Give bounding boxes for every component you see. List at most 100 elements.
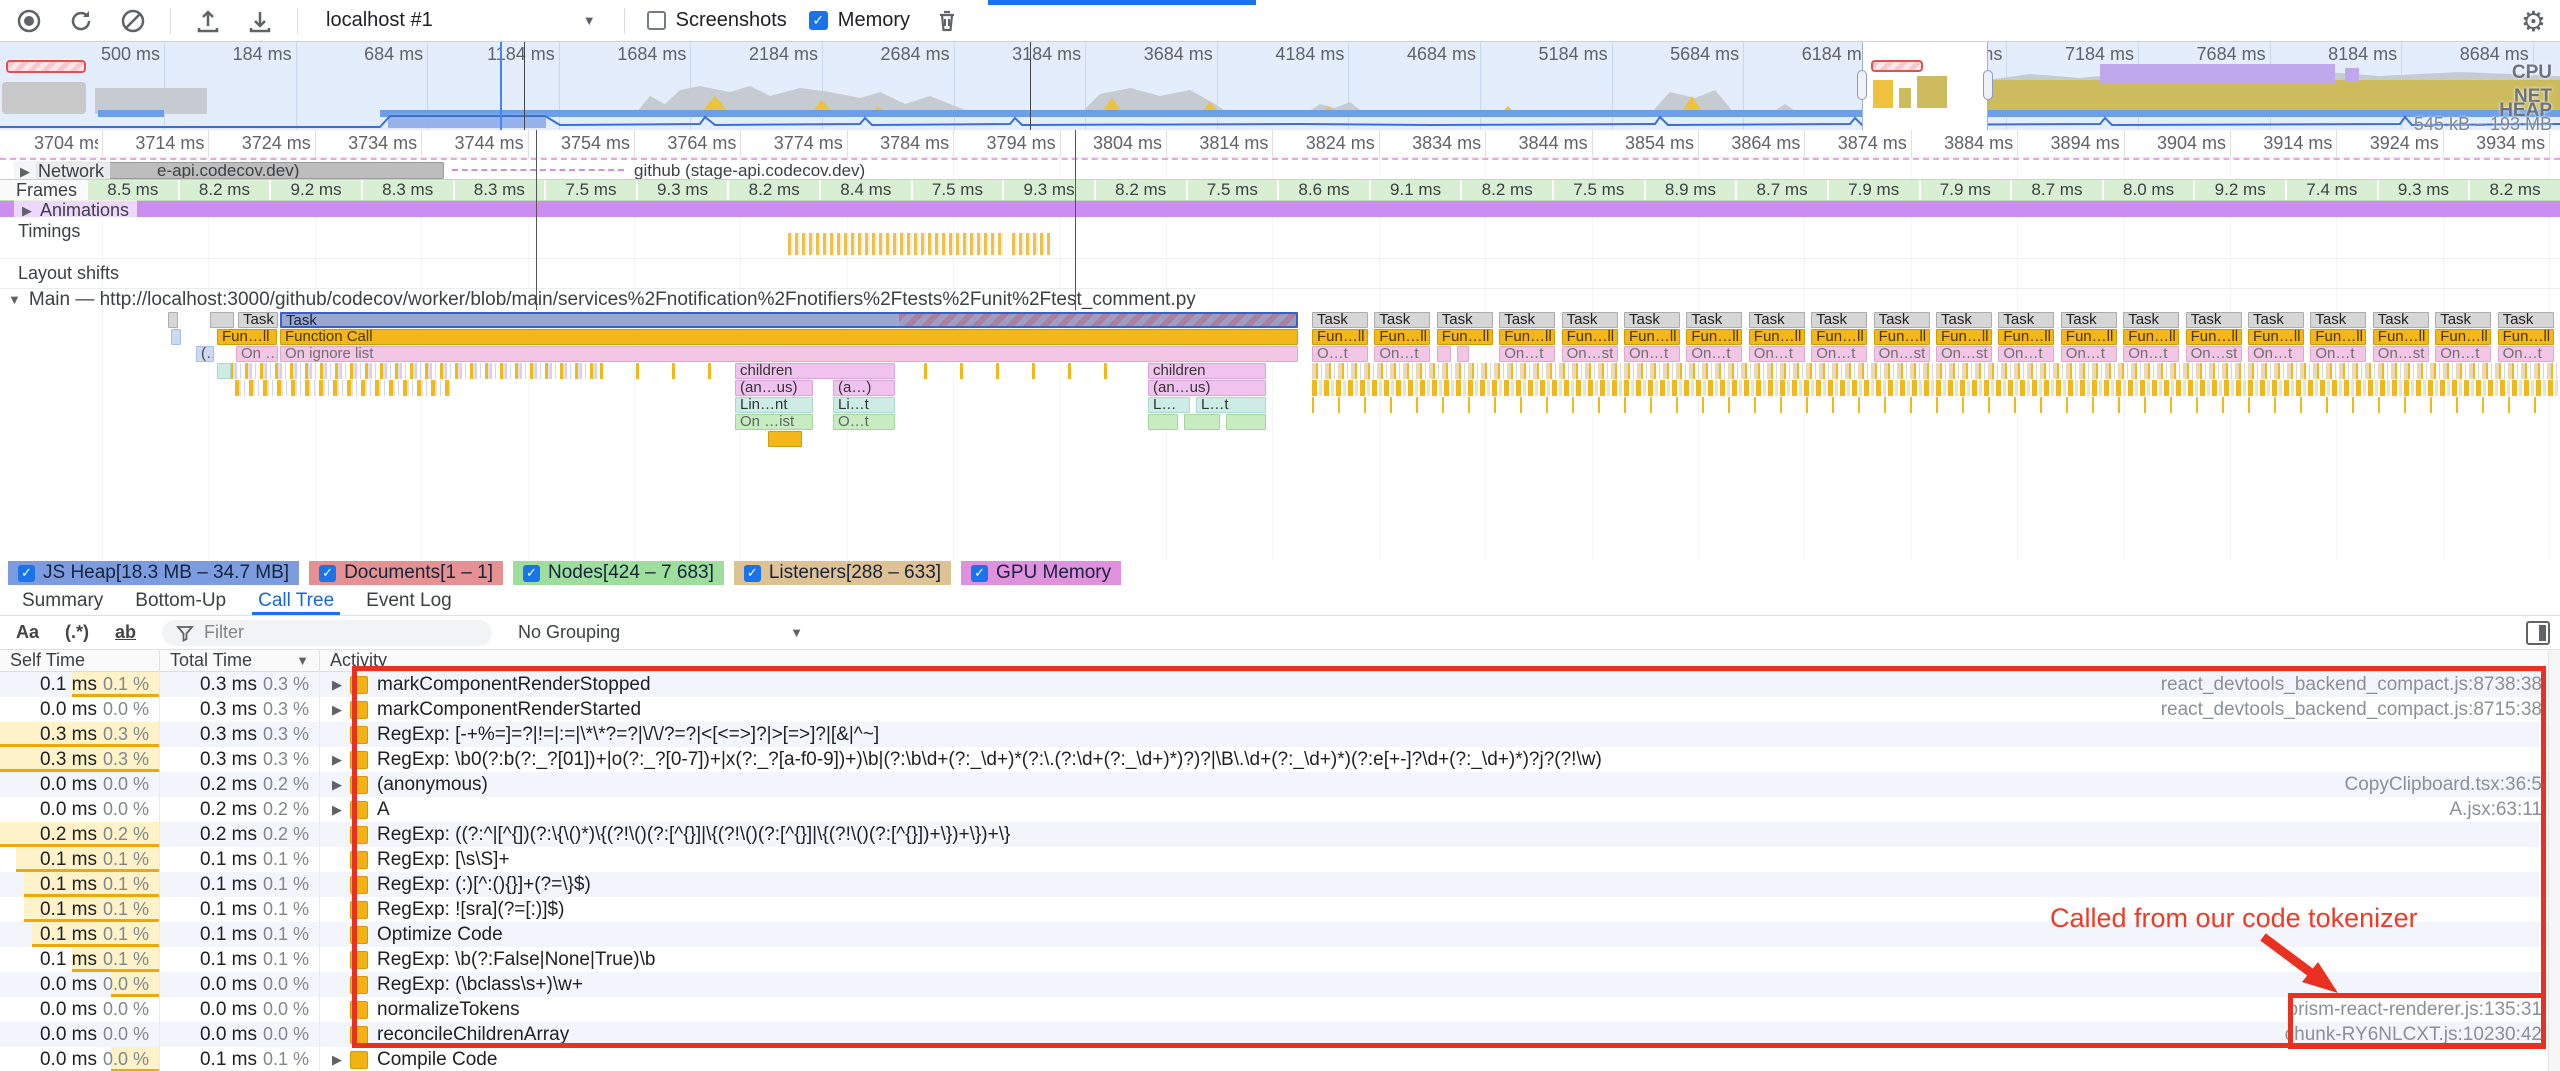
main-thread-header[interactable]: ▼ Main — http://localhost:3000/github/co… (0, 288, 2560, 310)
screenshots-checkbox[interactable]: Screenshots (647, 9, 787, 32)
frame-duration-cell[interactable]: 8.9 ms (1644, 180, 1736, 200)
flame-block-task[interactable]: Task (1686, 312, 1742, 328)
flame-block-a[interactable]: (a…) (833, 380, 895, 396)
flame-block[interactable] (1148, 414, 1178, 430)
flame-block-children[interactable]: children (735, 363, 895, 379)
flame-block-ont[interactable]: On…t (1749, 346, 1805, 362)
counter-toggle-nodes[interactable]: ✓Nodes[424 – 7 683] (513, 561, 724, 585)
gear-icon[interactable]: ⚙ (2521, 5, 2546, 38)
filter-input[interactable]: Filter (162, 620, 492, 646)
flame-block-task[interactable]: Task (1562, 312, 1618, 328)
flame-block-ont[interactable]: On…t (1624, 346, 1680, 362)
load-profile-icon[interactable] (193, 6, 223, 36)
flame-block-ont[interactable]: On…t (1374, 346, 1430, 362)
flame-block-task[interactable]: Task (1499, 312, 1555, 328)
flame-block-task[interactable]: Task (1998, 312, 2054, 328)
flame-block-funll[interactable]: Fun…ll (2373, 329, 2429, 345)
frame-duration-cell[interactable]: 8.7 ms (1735, 180, 1827, 200)
frame-duration-cell[interactable]: 9.3 ms (636, 180, 728, 200)
frame-duration-cell[interactable]: 8.0 ms (2102, 180, 2194, 200)
counter-toggle-gpu-memory[interactable]: ✓GPU Memory (961, 561, 1121, 585)
frame-duration-cell[interactable]: 7.5 ms (544, 180, 636, 200)
flame-block-funll[interactable]: Fun…ll (1437, 329, 1493, 345)
table-row[interactable]: 0.3 ms0.3 %0.3 ms0.3 %RegExp: [-+%=]=?|!… (0, 722, 2560, 747)
flame-block-onst[interactable]: On…st (2186, 346, 2242, 362)
flame-block-funll[interactable]: Fun…ll (2248, 329, 2304, 345)
tab-bottom-up[interactable]: Bottom-Up (119, 586, 242, 615)
flame-block-task[interactable]: Task (1312, 312, 1368, 328)
table-row[interactable]: 0.2 ms0.2 %0.2 ms0.2 %RegExp: ((?:^|[^{]… (0, 822, 2560, 847)
flame-block-task[interactable]: Task (2310, 312, 2366, 328)
flame-block-funll[interactable]: Fun…ll (1749, 329, 1805, 345)
frame-duration-cell[interactable]: 8.2 ms (727, 180, 819, 200)
source-location-link[interactable]: chunk-RY6NLCXT.js:10230:42 (2285, 1024, 2560, 1046)
flame-block-ot[interactable]: O…t (1312, 346, 1368, 362)
flame-block-onst[interactable]: On …st (236, 346, 278, 362)
flame-block-funll[interactable]: Fun…ll (1624, 329, 1680, 345)
frame-duration-cell[interactable]: 9.3 ms (2377, 180, 2469, 200)
tab-event-log[interactable]: Event Log (350, 586, 468, 615)
flame-block-ont[interactable]: On…t (1998, 346, 2054, 362)
flame-block[interactable] (1226, 414, 1266, 430)
flame-block-onist[interactable]: On …ist (735, 414, 813, 430)
flame-block[interactable] (1184, 414, 1220, 430)
table-row[interactable]: 0.0 ms0.0 %0.1 ms0.1 %▶Compile Code (0, 1047, 2560, 1071)
frame-duration-cell[interactable]: 7.9 ms (1827, 180, 1919, 200)
flame-block-onignorelist[interactable]: On ignore list (280, 346, 1298, 362)
selection-handle-right[interactable] (1983, 70, 1993, 100)
flame-block-ont[interactable]: On…t (2435, 346, 2491, 362)
frame-duration-cell[interactable]: 9.2 ms (269, 180, 361, 200)
match-case-toggle[interactable]: Aa (16, 622, 39, 643)
tab-summary[interactable]: Summary (6, 586, 119, 615)
flame-block-funll[interactable]: Fun…ll (1811, 329, 1867, 345)
flame-block-funll[interactable]: Fun…ll (2061, 329, 2117, 345)
tab-call-tree[interactable]: Call Tree (242, 586, 350, 615)
source-location-link[interactable]: react_devtools_backend_compact.js:8715:3… (2161, 699, 2560, 721)
flame-block[interactable] (1457, 346, 1469, 362)
table-row[interactable]: 0.1 ms0.1 %0.1 ms0.1 %RegExp: [\s\S]+ (0, 847, 2560, 872)
flame-block-funll[interactable]: Fun…ll (2498, 329, 2554, 345)
expand-arrow-icon[interactable]: ▶ (324, 777, 350, 793)
frame-duration-cell[interactable]: 8.4 ms (819, 180, 911, 200)
table-row[interactable]: 0.0 ms0.0 %0.2 ms0.2 %▶AA.jsx:63:11 (0, 797, 2560, 822)
total-time-column-header[interactable]: Total Time ▼ (160, 650, 320, 671)
table-row[interactable]: 0.1 ms0.1 %0.3 ms0.3 %▶markComponentRend… (0, 672, 2560, 697)
frame-duration-cell[interactable]: 8.2 ms (2468, 180, 2560, 200)
table-row[interactable]: 0.1 ms0.1 %0.1 ms0.1 %RegExp: ![sra](?=[… (0, 897, 2560, 922)
flame-block-funll[interactable]: Fun…ll (1686, 329, 1742, 345)
flame-block[interactable] (168, 312, 178, 328)
flame-block-funll[interactable]: Fun…ll (2310, 329, 2366, 345)
timings-track-label[interactable]: Timings (18, 221, 80, 242)
layout-shifts-track-label[interactable]: Layout shifts (18, 263, 119, 284)
expand-arrow-icon[interactable]: ▶ (324, 702, 350, 718)
flame-block-task[interactable]: Task (1437, 312, 1493, 328)
flame-block-task[interactable]: Task (1749, 312, 1805, 328)
flame-block-task[interactable]: Task (1874, 312, 1930, 328)
source-location-link[interactable]: CopyClipboard.tsx:36:5 (2345, 774, 2560, 796)
whole-word-toggle[interactable]: ab (115, 622, 136, 643)
flame-block-funll[interactable]: Fun…ll (1374, 329, 1430, 345)
flame-block-task[interactable]: Task (1374, 312, 1430, 328)
flame-block-task[interactable]: Task (2435, 312, 2491, 328)
flame-block-anus[interactable]: (an…us) (1148, 380, 1266, 396)
flame-block-task[interactable]: Task (2061, 312, 2117, 328)
source-location-link[interactable]: react_devtools_backend_compact.js:8738:3… (2161, 674, 2560, 696)
flame-block-task[interactable]: Task (2123, 312, 2179, 328)
flame-block-funll[interactable]: Fun…ll (1874, 329, 1930, 345)
table-row[interactable]: 0.3 ms0.3 %0.3 ms0.3 %▶RegExp: \b0(?:b(?… (0, 747, 2560, 772)
frame-duration-cell[interactable]: 9.3 ms (1002, 180, 1094, 200)
timeline-overview[interactable]: 500 ms184 ms684 ms1184 ms1684 ms2184 ms2… (0, 42, 2560, 130)
frame-duration-cell[interactable]: 8.5 ms (86, 180, 178, 200)
flame-block-task[interactable]: Task (2248, 312, 2304, 328)
flame-block-funll[interactable]: Fun…ll (1562, 329, 1618, 345)
show-sidebar-icon[interactable] (2526, 621, 2550, 645)
flame-block-onst[interactable]: On…st (1874, 346, 1930, 362)
flame-block-task[interactable]: Task (280, 312, 1298, 328)
flame-block-ont[interactable]: On…t (2498, 346, 2554, 362)
flame-block-task[interactable]: Task (238, 312, 278, 328)
flame-block-ont[interactable]: On…t (2061, 346, 2117, 362)
history-select[interactable]: localhost #1 ▼ (320, 9, 602, 32)
flame-block-onst[interactable]: On…st (2373, 346, 2429, 362)
frame-duration-cell[interactable]: 8.7 ms (2010, 180, 2102, 200)
garbage-collect-icon[interactable] (932, 6, 962, 36)
